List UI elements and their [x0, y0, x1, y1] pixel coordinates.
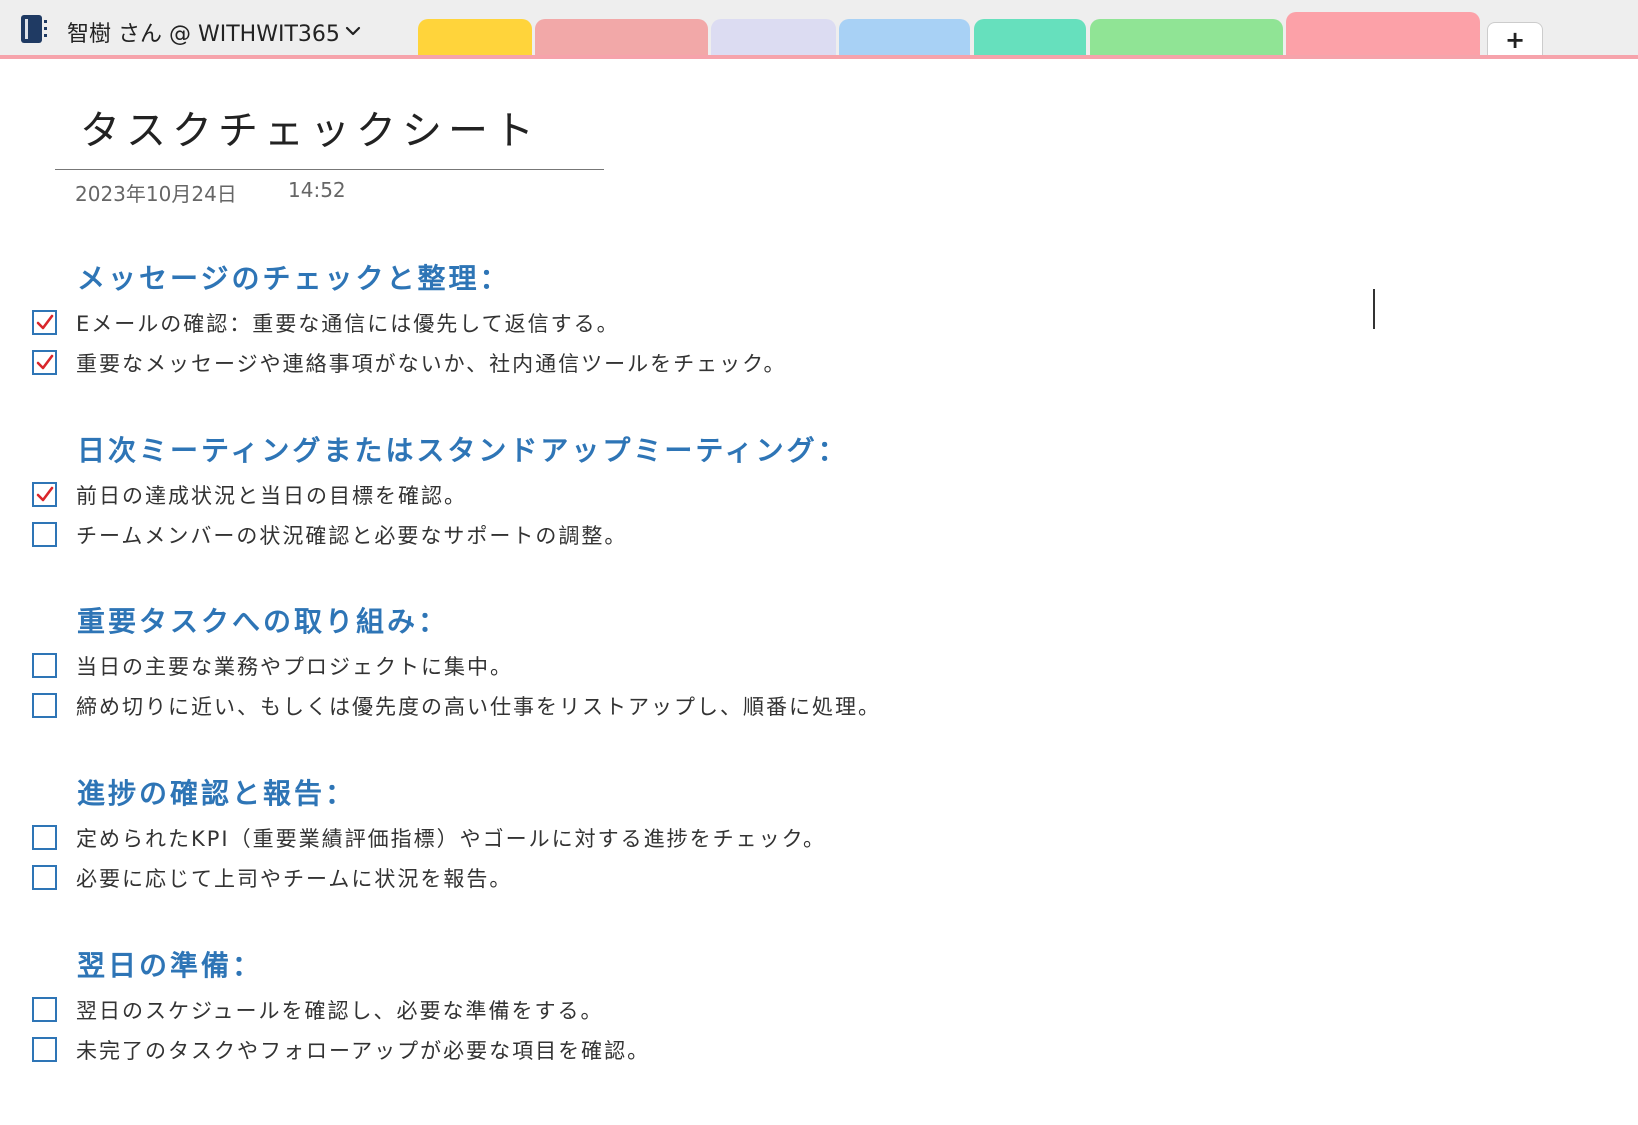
checkmark-icon	[36, 354, 54, 370]
checklist-item: チームメンバーの状況確認と必要なサポートの調整。	[32, 519, 1032, 549]
page-time: 14:52	[288, 178, 346, 202]
notebook-name[interactable]: 智樹 さん @ WITHWIT365	[67, 16, 340, 48]
page-title[interactable]: タスクチェックシート	[80, 98, 540, 156]
checkmark-icon	[36, 486, 54, 502]
section-tab-2[interactable]	[535, 19, 708, 57]
checkbox-checked[interactable]	[32, 310, 57, 335]
checkmark-icon	[36, 314, 54, 330]
text-cursor	[1373, 289, 1375, 329]
checklist-item-text[interactable]: Eメールの確認：重要な通信には優先して返信する。	[76, 308, 620, 338]
checkbox-unchecked[interactable]	[32, 522, 57, 547]
checklist-item: 重要なメッセージや連絡事項がないか、社内通信ツールをチェック。	[32, 347, 1032, 377]
section-heading[interactable]: 翌日の準備：	[77, 944, 263, 984]
checkbox-unchecked[interactable]	[32, 997, 57, 1022]
checklist-item: 締め切りに近い、もしくは優先度の高い仕事をリストアップし、順番に処理。	[32, 690, 1032, 720]
checklist-item-text[interactable]: チームメンバーの状況確認と必要なサポートの調整。	[76, 520, 627, 550]
section-heading[interactable]: 重要タスクへの取り組み：	[77, 600, 449, 640]
checkbox-unchecked[interactable]	[32, 1037, 57, 1062]
checklist-item: 翌日のスケジュールを確認し、必要な準備をする。	[32, 994, 1032, 1024]
checklist-item-text[interactable]: 重要なメッセージや連絡事項がないか、社内通信ツールをチェック。	[76, 348, 786, 378]
checklist-item-text[interactable]: 締め切りに近い、もしくは優先度の高い仕事をリストアップし、順番に処理。	[76, 691, 881, 721]
checkbox-unchecked[interactable]	[32, 865, 57, 890]
notebook-icon[interactable]	[20, 14, 48, 44]
section-heading[interactable]: メッセージのチェックと整理：	[77, 257, 510, 297]
chevron-down-icon[interactable]	[345, 24, 361, 38]
page-date: 2023年10月24日	[75, 182, 237, 206]
checkbox-checked[interactable]	[32, 482, 57, 507]
notebook-header-bar: 智樹 さん @ WITHWIT365 +	[0, 0, 1638, 59]
add-section-button[interactable]: +	[1487, 22, 1543, 55]
section-tab-1[interactable]	[418, 19, 532, 57]
checklist-item: 前日の達成状況と当日の目標を確認。	[32, 479, 1032, 509]
section-tab-6[interactable]	[1090, 19, 1283, 57]
checklist-item: Eメールの確認：重要な通信には優先して返信する。	[32, 307, 1032, 337]
checklist-item-text[interactable]: 未完了のタスクやフォローアップが必要な項目を確認。	[76, 1035, 650, 1065]
checkbox-unchecked[interactable]	[32, 693, 57, 718]
checklist-item: 定められたKPI（重要業績評価指標）やゴールに対する進捗をチェック。	[32, 822, 1032, 852]
checklist-item-text[interactable]: 翌日のスケジュールを確認し、必要な準備をする。	[76, 995, 604, 1025]
checklist-item-text[interactable]: 必要に応じて上司やチームに状況を報告。	[76, 863, 512, 893]
checklist-item: 当日の主要な業務やプロジェクトに集中。	[32, 650, 1032, 680]
checklist-item-text[interactable]: 定められたKPI（重要業績評価指標）やゴールに対する進捗をチェック。	[76, 823, 826, 853]
active-section-underline	[0, 55, 1638, 59]
section-heading[interactable]: 進捗の確認と報告：	[77, 772, 356, 812]
checklist-item: 未完了のタスクやフォローアップが必要な項目を確認。	[32, 1034, 1032, 1064]
section-heading[interactable]: 日次ミーティングまたはスタンドアップミーティング：	[77, 429, 849, 469]
title-divider	[55, 169, 604, 170]
checkbox-checked[interactable]	[32, 350, 57, 375]
section-tab-5[interactable]	[974, 19, 1086, 57]
checkbox-unchecked[interactable]	[32, 653, 57, 678]
checklist-item-text[interactable]: 前日の達成状況と当日の目標を確認。	[76, 480, 467, 510]
section-tab-4[interactable]	[839, 19, 970, 57]
checklist-item: 必要に応じて上司やチームに状況を報告。	[32, 862, 1032, 892]
section-tab-7[interactable]	[1286, 12, 1480, 57]
section-tab-3[interactable]	[711, 19, 836, 57]
checkbox-unchecked[interactable]	[32, 825, 57, 850]
checklist-item-text[interactable]: 当日の主要な業務やプロジェクトに集中。	[76, 651, 513, 681]
